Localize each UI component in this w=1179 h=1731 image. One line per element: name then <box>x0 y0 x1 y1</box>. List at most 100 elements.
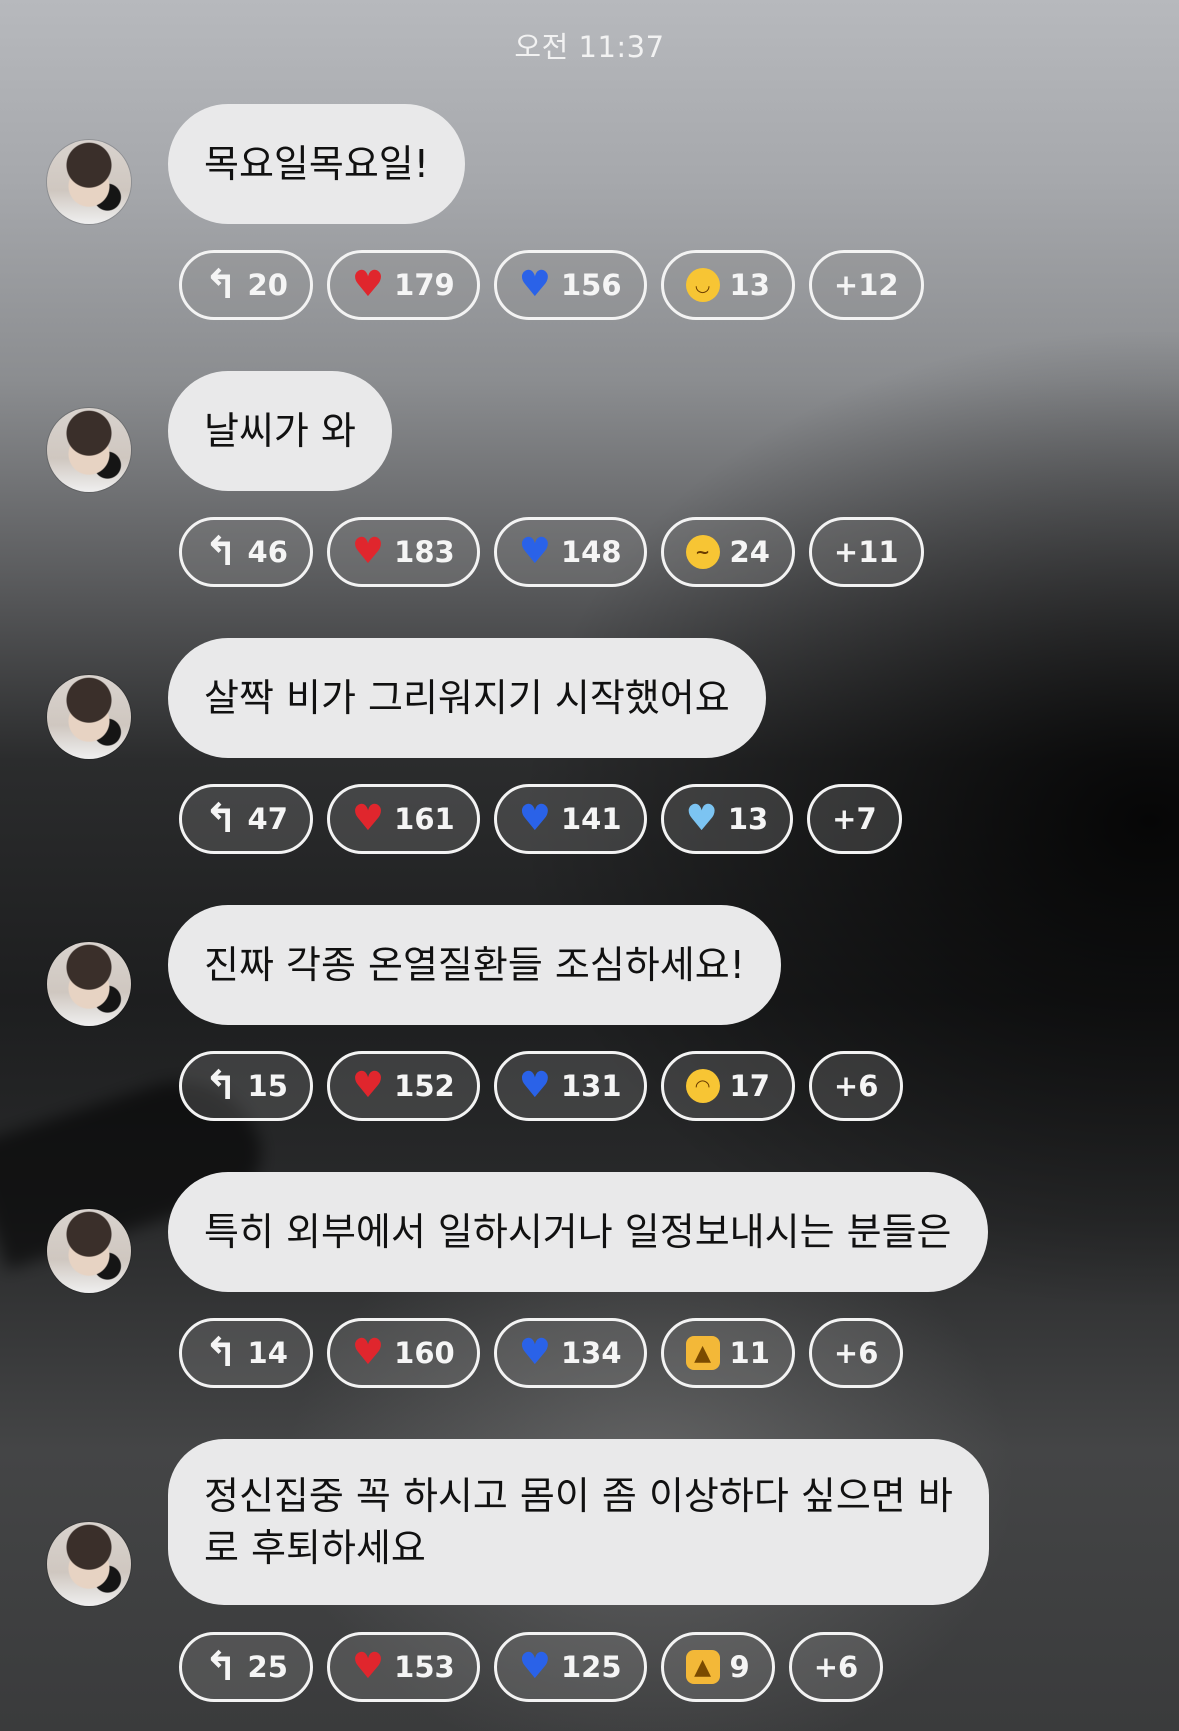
reply-count: 20 <box>247 268 288 302</box>
emoji-reaction[interactable]: ~24 <box>660 517 795 587</box>
reply-reaction[interactable]: ↰ 47 <box>179 784 313 854</box>
red-heart-count: 160 <box>394 1336 455 1370</box>
avatar[interactable] <box>47 1209 131 1293</box>
message-bubble[interactable]: 정신집중 꼭 하시고 몸이 좀 이상하다 싶으면 바 로 후퇴하세요 <box>168 1439 989 1605</box>
blue-heart-icon: ♥ <box>518 264 551 305</box>
more-count: +11 <box>833 535 899 569</box>
red-heart-icon: ♥ <box>351 1646 385 1687</box>
reply-count: 47 <box>247 802 288 836</box>
light-blue-heart-icon: ♥ <box>685 798 718 839</box>
more-count: +6 <box>833 1336 879 1370</box>
more-count: +6 <box>833 1069 879 1103</box>
red-heart-reaction[interactable]: ♥ 160 <box>326 1318 480 1388</box>
reply-reaction[interactable]: ↰ 14 <box>179 1318 313 1388</box>
reply-reaction[interactable]: ↰ 25 <box>179 1632 313 1702</box>
reply-count: 25 <box>247 1650 288 1684</box>
blue-heart-icon: ♥ <box>518 1065 551 1106</box>
more-reactions-button[interactable]: +11 <box>808 517 924 587</box>
laughing-crying-face-icon: ◡ <box>685 268 720 302</box>
more-reactions-button[interactable]: +7 <box>807 784 902 854</box>
reply-arrow-icon: ↰ <box>204 529 238 575</box>
reply-count: 14 <box>247 1336 288 1370</box>
message-bubble[interactable]: 살짝 비가 그리워지기 시작했어요 <box>168 638 766 758</box>
blue-heart-reaction[interactable]: ♥ 148 <box>493 517 647 587</box>
emoji-count: 13 <box>729 268 770 302</box>
more-count: +12 <box>833 268 899 302</box>
red-heart-reaction[interactable]: ♥ 152 <box>326 1051 480 1121</box>
blue-heart-reaction[interactable]: ♥ 131 <box>493 1051 647 1121</box>
avatar[interactable] <box>47 675 131 759</box>
reply-count: 15 <box>247 1069 288 1103</box>
blue-heart-count: 141 <box>560 802 622 836</box>
red-heart-icon: ♥ <box>351 1332 385 1373</box>
crying-face-icon: ◠ <box>685 1069 720 1103</box>
emoji-reaction[interactable]: ▲ 9 <box>660 1632 775 1702</box>
message-bubble[interactable]: 특히 외부에서 일하시거나 일정보내시는 분들은 <box>168 1172 988 1292</box>
timestamp: 오전 11:37 <box>514 30 665 64</box>
reply-arrow-icon: ↰ <box>204 796 238 842</box>
reply-reaction[interactable]: ↰ 20 <box>179 250 313 320</box>
blue-heart-icon: ♥ <box>518 1646 551 1687</box>
reaction-bar: ↰ 20 ♥ 179 ♥ 156 ◡ 13 +12 <box>179 250 924 326</box>
blue-heart-reaction[interactable]: ♥ 141 <box>493 784 647 854</box>
more-reactions-button[interactable]: +6 <box>808 1318 904 1388</box>
reaction-bar: ↰ 25 ♥ 153 ♥ 125 ▲ 9 +6 <box>179 1632 884 1708</box>
melting-face-icon: ~ <box>685 535 720 569</box>
more-reactions-button[interactable]: +12 <box>808 250 924 320</box>
avatar[interactable] <box>47 408 131 492</box>
red-heart-count: 183 <box>394 535 455 569</box>
red-heart-icon: ♥ <box>351 1065 385 1106</box>
avatar[interactable] <box>47 140 131 224</box>
reply-count: 46 <box>247 535 288 569</box>
red-heart-count: 153 <box>394 1650 455 1684</box>
blue-heart-reaction[interactable]: ♥ 156 <box>493 250 647 320</box>
blue-heart-icon: ♥ <box>518 798 551 839</box>
more-count: +6 <box>813 1650 859 1684</box>
message-bubble[interactable]: 진짜 각종 온열질환들 조심하세요! <box>168 905 781 1025</box>
red-heart-reaction[interactable]: ♥ 161 <box>326 784 480 854</box>
emoji-count: 11 <box>729 1336 770 1370</box>
red-heart-reaction[interactable]: ♥ 179 <box>326 250 480 320</box>
avatar[interactable] <box>47 1522 131 1606</box>
more-reactions-button[interactable]: +6 <box>808 1051 904 1121</box>
reply-arrow-icon: ↰ <box>204 1644 238 1690</box>
emoji-count: 9 <box>729 1650 750 1684</box>
red-heart-count: 161 <box>394 802 455 836</box>
red-heart-reaction[interactable]: ♥ 183 <box>326 517 480 587</box>
emoji-reaction[interactable]: ◠ 17 <box>660 1051 795 1121</box>
emoji-reaction[interactable]: ◡ 13 <box>660 250 795 320</box>
reply-arrow-icon: ↰ <box>204 262 238 308</box>
reply-arrow-icon: ↰ <box>204 1063 238 1109</box>
red-heart-count: 179 <box>394 268 455 302</box>
red-heart-icon: ♥ <box>351 531 385 572</box>
reaction-bar: ↰ 47 ♥ 161 ♥ 141 ♥ 13 +7 <box>179 784 902 860</box>
blue-heart-count: 125 <box>560 1650 622 1684</box>
emoji-count: 17 <box>729 1069 770 1103</box>
more-reactions-button[interactable]: +6 <box>788 1632 884 1702</box>
blue-heart-icon: ♥ <box>518 1332 551 1373</box>
avatar[interactable] <box>47 942 131 1026</box>
blue-heart-icon: ♥ <box>518 531 551 572</box>
reply-reaction[interactable]: ↰ 15 <box>179 1051 313 1121</box>
blue-heart-count: 131 <box>560 1069 622 1103</box>
red-heart-icon: ♥ <box>351 798 385 839</box>
blue-heart-count: 156 <box>560 268 622 302</box>
reply-reaction[interactable]: ↰ 46 <box>179 517 313 587</box>
blue-heart-reaction[interactable]: ♥ 134 <box>493 1318 647 1388</box>
reaction-bar: ↰ 14 ♥ 160 ♥ 134 ▲ 11 +6 <box>179 1318 904 1394</box>
thumbs-up-icon: ▲ <box>685 1336 720 1370</box>
emoji-reaction[interactable]: ♥ 13 <box>660 784 794 854</box>
emoji-count: 13 <box>727 802 769 836</box>
blue-heart-count: 134 <box>560 1336 622 1370</box>
thumbs-up-icon: ▲ <box>685 1650 720 1684</box>
emoji-reaction[interactable]: ▲ 11 <box>660 1318 795 1388</box>
reaction-bar: ↰ 46 ♥ 183 ♥ 148 ~24 +11 <box>179 517 924 593</box>
message-bubble[interactable]: 목요일목요일! <box>168 104 465 224</box>
reaction-bar: ↰ 15 ♥ 152 ♥ 131 ◠ 17 +6 <box>179 1051 904 1127</box>
message-bubble[interactable]: 날씨가 와 <box>168 371 392 491</box>
blue-heart-reaction[interactable]: ♥ 125 <box>493 1632 647 1702</box>
emoji-count: 24 <box>729 535 770 569</box>
more-count: +7 <box>832 802 877 836</box>
red-heart-reaction[interactable]: ♥ 153 <box>326 1632 480 1702</box>
reply-arrow-icon: ↰ <box>204 1330 238 1376</box>
